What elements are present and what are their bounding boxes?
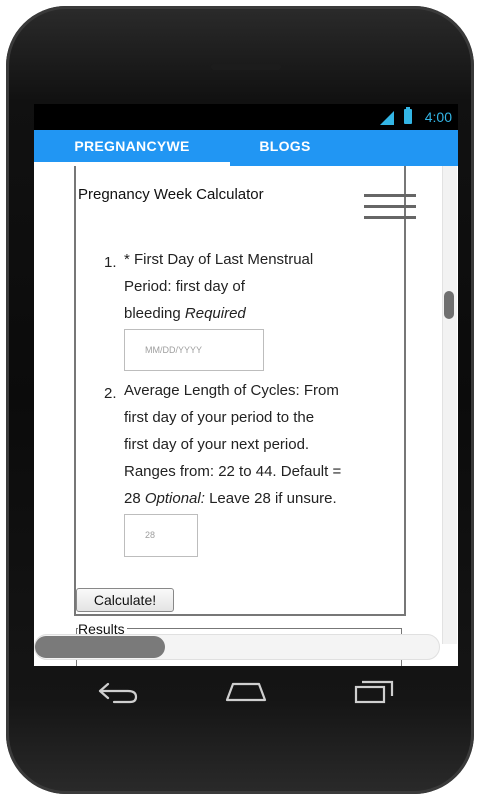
home-icon[interactable] <box>223 678 269 704</box>
list-item-1-label: * First Day of Last Menstrual Period: fi… <box>124 251 314 322</box>
tab-blogs[interactable]: BLOGS <box>230 130 340 166</box>
signal-icon <box>380 111 394 125</box>
horizontal-scroll-thumb[interactable] <box>35 636 165 658</box>
battery-icon <box>404 107 412 124</box>
cycle-length-input[interactable]: 28 <box>124 514 198 557</box>
vertical-scrollbar[interactable] <box>442 166 457 644</box>
web-content: Pregnancy Week Calculator 1. * First Day… <box>34 166 458 666</box>
last-period-date-input[interactable]: MM/DD/YYYY <box>124 329 264 371</box>
top-nav-bar: PREGNANCYWE BLOGS <box>34 130 458 166</box>
tab-pregnancywe[interactable]: PREGNANCYWE <box>34 130 230 166</box>
soft-keys <box>34 666 458 718</box>
list-item-2-label: Average Length of Cycles: From first day… <box>124 382 342 507</box>
recent-apps-icon[interactable] <box>352 678 398 704</box>
list-number-1: 1. <box>104 254 117 271</box>
list-number-2: 2. <box>104 385 117 402</box>
status-bar: 4:00 <box>34 104 458 130</box>
menu-icon[interactable] <box>364 194 416 222</box>
back-icon[interactable] <box>96 678 142 704</box>
earpiece <box>211 64 281 70</box>
vertical-scroll-thumb[interactable] <box>444 291 454 319</box>
calculate-button[interactable]: Calculate! <box>76 588 174 612</box>
device-screen: 4:00 PREGNANCYWE BLOGS Pregnancy Week Ca… <box>34 104 458 666</box>
page-title: Pregnancy Week Calculator <box>78 186 264 203</box>
status-time: 4:00 <box>424 109 452 125</box>
phone-frame: 4:00 PREGNANCYWE BLOGS Pregnancy Week Ca… <box>6 6 474 794</box>
